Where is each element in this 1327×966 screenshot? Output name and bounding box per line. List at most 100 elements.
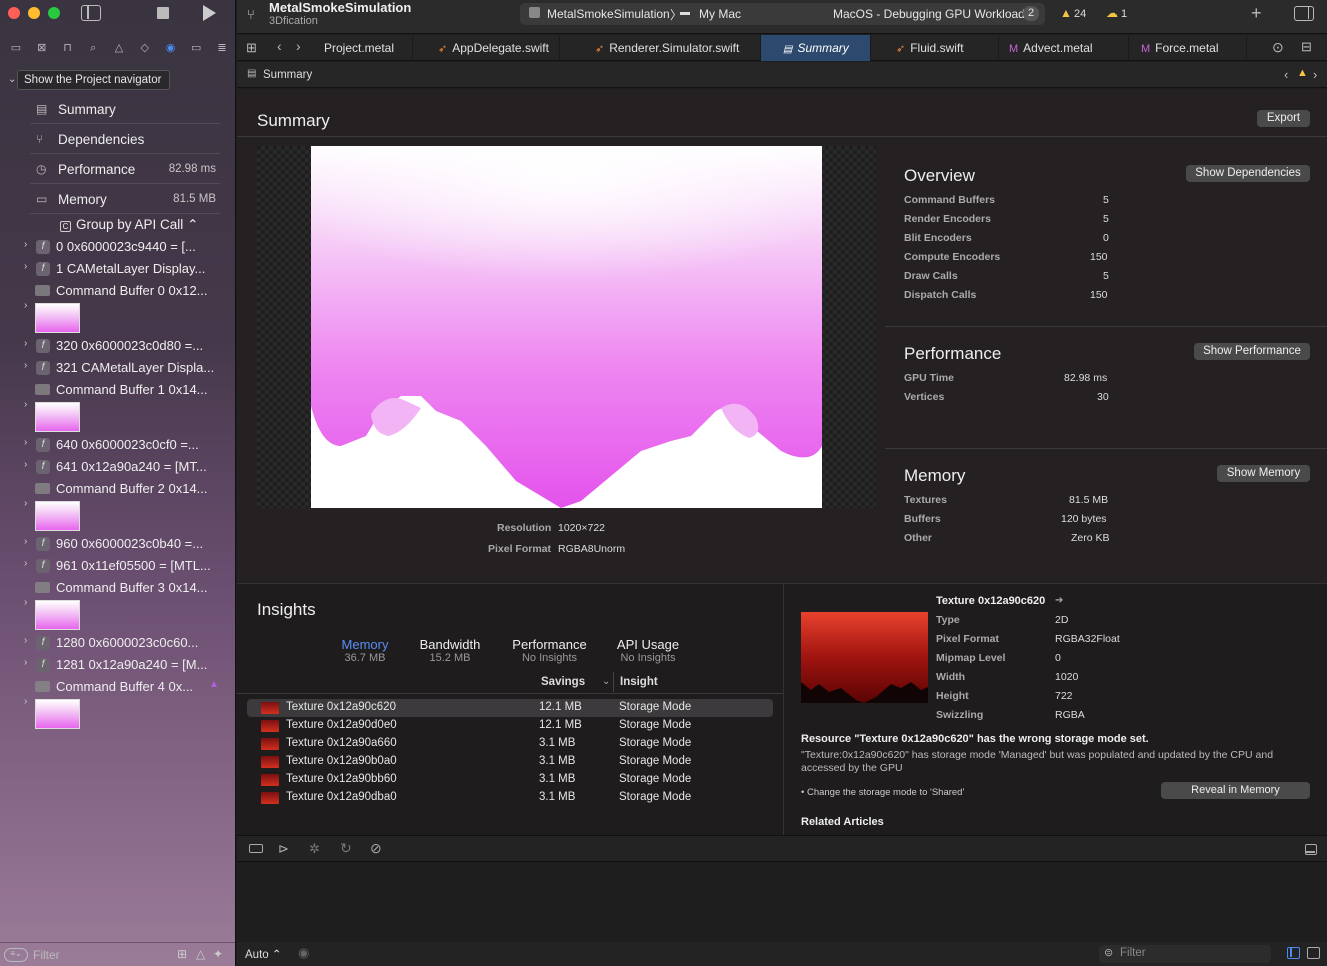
show-performance-button[interactable]: Show Performance	[1194, 343, 1310, 360]
next-issue-icon[interactable]: ›	[1313, 67, 1317, 82]
show-memory-button[interactable]: Show Memory	[1217, 465, 1310, 482]
export-button[interactable]: Export	[1257, 110, 1310, 127]
frame-preview[interactable]	[257, 146, 876, 508]
jump-bar-label[interactable]: Summary	[263, 69, 312, 81]
collapse-chevron-icon[interactable]: ⌄	[8, 74, 16, 85]
inspector-toggle-icon[interactable]	[1294, 6, 1314, 21]
disclosure-icon[interactable]: ›	[24, 338, 27, 349]
tab-advect-metal[interactable]: M Advect.metal	[999, 35, 1129, 61]
grid-icon[interactable]: ⊞	[246, 40, 257, 56]
split-editor-icon[interactable]: ⊟	[1301, 39, 1312, 55]
table-row[interactable]: Texture 0x12a90dba0 3.1 MB Storage Mode	[247, 789, 773, 807]
disclosure-icon[interactable]: ›	[24, 360, 27, 371]
tree-row[interactable]: Command Buffer 2 0x14...	[0, 478, 236, 500]
disclosure-icon[interactable]: ›	[24, 635, 27, 646]
breakpoint-icon[interactable]: ▭	[188, 41, 204, 55]
zoom-window-button[interactable]	[48, 7, 60, 19]
disclosure-icon[interactable]: ›	[24, 657, 27, 668]
sparkle-filter-icon[interactable]: ✦	[213, 947, 223, 961]
frame-thumbnail[interactable]	[35, 699, 80, 729]
scheme-name[interactable]: MetalSmokeSimulation	[547, 7, 670, 21]
run-icon[interactable]	[203, 5, 216, 21]
tree-row[interactable]: › f 1 CAMetalLayer Display...	[0, 258, 236, 280]
tab-summary[interactable]: ▤ Summary	[761, 35, 871, 61]
table-row[interactable]: Texture 0x12a90b0a0 3.1 MB Storage Mode	[247, 753, 773, 771]
disclosure-icon[interactable]: ›	[24, 558, 27, 569]
console-area[interactable]	[237, 862, 1327, 942]
tree-row[interactable]: › f 1280 0x6000023c0c60...	[0, 632, 236, 654]
tree-row[interactable]: › f 961 0x11ef05500 = [MTL...	[0, 555, 236, 577]
warning-icon[interactable]: ▲	[1060, 6, 1072, 20]
continue-icon[interactable]: ⊳	[278, 841, 289, 857]
nav-performance[interactable]: ◷ Performance 82.98 ms	[30, 154, 220, 184]
filter-options-icon[interactable]: ≡⌄	[4, 948, 28, 962]
issue-warning-icon[interactable]: ▲	[1297, 67, 1308, 79]
hide-debug-area-icon[interactable]	[1305, 844, 1317, 855]
gauge-icon[interactable]: ⊘	[370, 840, 382, 857]
tree-row[interactable]: › f 641 0x12a90a240 = [MT...	[0, 456, 236, 478]
tree-row[interactable]: › f 321 CAMetalLayer Displa...	[0, 357, 236, 379]
disclosure-icon[interactable]: ›	[24, 261, 27, 272]
tree-row[interactable]: Command Buffer 1 0x14...	[0, 379, 236, 401]
navigate-arrow-icon[interactable]: ➔	[1055, 595, 1063, 606]
disclosure-icon[interactable]: ›	[24, 437, 27, 448]
reveal-in-memory-button[interactable]: Reveal in Memory	[1161, 782, 1310, 799]
minimize-window-button[interactable]	[28, 7, 40, 19]
group-by-selector[interactable]: C Group by API Call ⌃	[60, 217, 198, 233]
console-view-icon[interactable]	[1307, 947, 1320, 959]
reload-icon[interactable]: ↻	[340, 840, 352, 857]
insights-tab-memory[interactable]: Memory 36.7 MB	[334, 637, 396, 664]
tree-row[interactable]: › f 0 0x6000023c9440 = [...	[0, 236, 236, 258]
insights-tab-performance[interactable]: Performance No Insights	[507, 637, 592, 664]
tree-row[interactable]: Command Buffer 0 0x12...	[0, 280, 236, 302]
disclosure-icon[interactable]: ›	[24, 536, 27, 547]
frame-thumbnail[interactable]	[35, 501, 80, 531]
disclosure-icon[interactable]: ›	[24, 300, 27, 311]
disclosure-icon[interactable]: ›	[24, 239, 27, 250]
insights-tab-api-usage[interactable]: API Usage No Insights	[611, 637, 685, 664]
nav-memory[interactable]: ▭ Memory 81.5 MB	[30, 184, 220, 214]
sidebar-toggle-icon[interactable]	[81, 5, 101, 21]
tab-fluid[interactable]: ➶ Fluid.swift	[871, 35, 999, 61]
report-icon[interactable]: ≣	[214, 41, 230, 55]
tree-row[interactable]: Command Buffer 3 0x14...	[0, 577, 236, 599]
texture-preview[interactable]	[801, 612, 928, 703]
bug-icon[interactable]: ✲	[309, 841, 320, 857]
savings-column-header[interactable]: Savings	[541, 676, 585, 688]
sort-chevron-icon[interactable]: ⌄	[602, 676, 610, 687]
close-window-button[interactable]	[8, 7, 20, 19]
tab-appdelegate[interactable]: ➶ AppDelegate.swift	[413, 35, 560, 61]
disclosure-icon[interactable]: ›	[24, 498, 27, 509]
disclosure-icon[interactable]: ›	[24, 399, 27, 410]
nav-dependencies[interactable]: ⑂ Dependencies	[30, 124, 220, 154]
activity-count-badge[interactable]: 2	[1023, 6, 1039, 21]
frame-thumbnail[interactable]	[35, 402, 80, 432]
insight-column-header[interactable]: Insight	[620, 676, 658, 688]
debug-icon[interactable]: ◉	[163, 41, 179, 55]
destination-name[interactable]: My Mac	[699, 7, 741, 21]
issue-count[interactable]: 1	[1121, 8, 1127, 20]
breakpoints-toggle-icon[interactable]	[249, 844, 263, 853]
hierarchy-icon[interactable]: ⊓	[60, 41, 76, 55]
table-row[interactable]: Texture 0x12a90a660 3.1 MB Storage Mode	[247, 735, 773, 753]
eye-icon[interactable]: ◉	[298, 945, 309, 961]
console-filter-input[interactable]: ⊜ Filter	[1099, 945, 1271, 963]
previous-issue-icon[interactable]: ‹	[1284, 67, 1288, 82]
tab-project-metal[interactable]: Project.metal	[314, 35, 413, 61]
table-row[interactable]: Texture 0x12a90d0e0 12.1 MB Storage Mode	[247, 717, 773, 735]
tab-renderer-simulator[interactable]: ➶ Renderer.Simulator.swift	[560, 35, 761, 61]
tree-row[interactable]: › f 1281 0x12a90a240 = [M...	[0, 654, 236, 676]
back-icon[interactable]: ‹	[277, 38, 282, 54]
issue-icon[interactable]: △	[111, 41, 127, 55]
add-icon[interactable]: +	[1251, 3, 1262, 24]
forward-icon[interactable]: ›	[296, 38, 301, 54]
hierarchy-filter-icon[interactable]: ⊞	[177, 947, 187, 961]
scheme-status-bar[interactable]: MetalSmokeSimulation 〉 ▬ My Mac MacOS - …	[520, 3, 1045, 25]
disclosure-icon[interactable]: ›	[24, 696, 27, 707]
frame-thumbnail[interactable]	[35, 600, 80, 630]
tree-row[interactable]: › f 320 0x6000023c0d80 =...	[0, 335, 236, 357]
test-icon[interactable]: ◇	[137, 41, 153, 55]
tree-row[interactable]: › f 640 0x6000023c0cf0 =...	[0, 434, 236, 456]
show-dependencies-button[interactable]: Show Dependencies	[1186, 165, 1310, 182]
folder-icon[interactable]: ▭	[8, 41, 24, 55]
